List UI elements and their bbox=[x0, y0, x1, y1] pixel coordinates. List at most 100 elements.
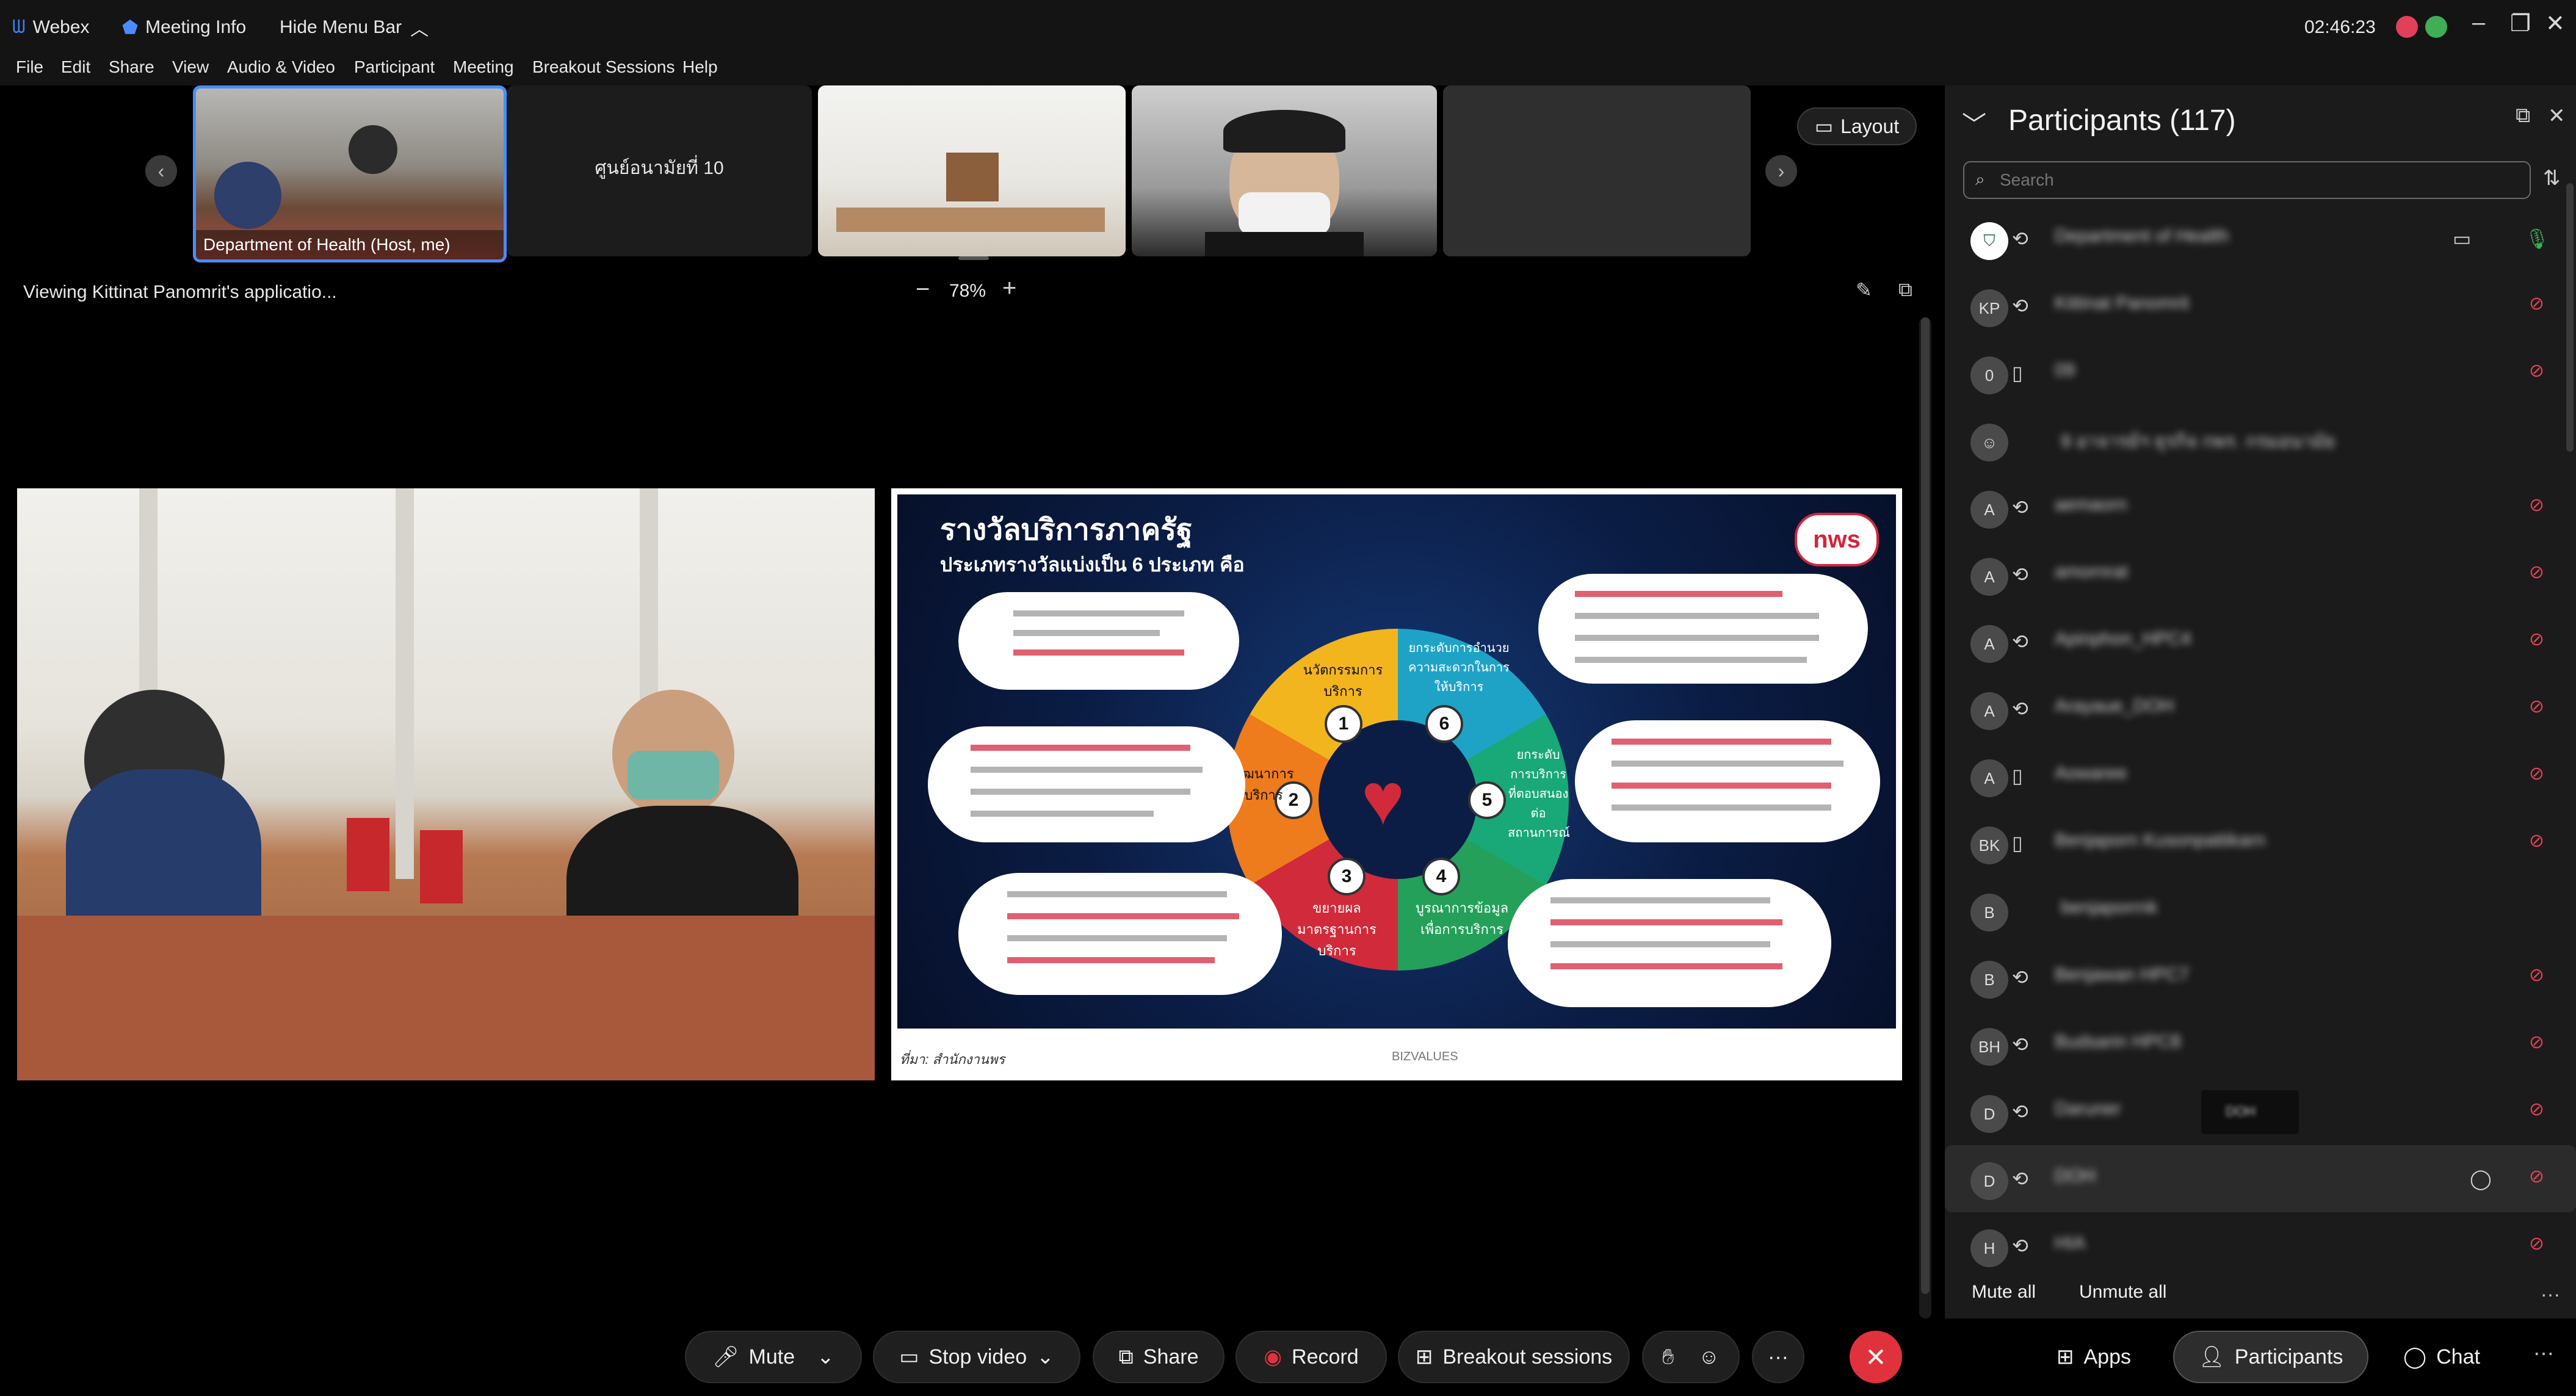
menu-share[interactable]: Share bbox=[109, 57, 154, 77]
menu-audio-video[interactable]: Audio & Video bbox=[227, 57, 335, 77]
mic-muted-icon[interactable]: ⊘ bbox=[2529, 360, 2544, 382]
menu-help[interactable]: Help bbox=[682, 57, 718, 77]
participant-row[interactable]: ☺ 9 อาจารย์ฯ ธุรกิจ กพร. กรมอนามัย bbox=[1945, 407, 2576, 474]
video-tile-participant[interactable] bbox=[1132, 85, 1437, 256]
record-button[interactable]: ◉ Record bbox=[1236, 1331, 1387, 1383]
share-scrollbar[interactable] bbox=[1919, 317, 1931, 1318]
participant-row[interactable]: B ⟲ Benjawan HPC7 ⊘ bbox=[1945, 944, 2576, 1011]
menu-breakout-sessions[interactable]: Breakout Sessions bbox=[532, 57, 675, 77]
hide-menu-bar-button[interactable]: Hide Menu Bar ︿ bbox=[280, 12, 429, 43]
category-number: 6 bbox=[1425, 705, 1463, 743]
mic-muted-icon[interactable]: ⊘ bbox=[2529, 696, 2544, 717]
mic-muted-icon[interactable]: ⊘ bbox=[2529, 562, 2544, 583]
video-tile-host[interactable]: Department of Health (Host, me) bbox=[193, 85, 507, 262]
mute-button[interactable]: 🎤︎ Mute ⌄ bbox=[685, 1331, 862, 1383]
restore-icon[interactable]: ❐ bbox=[2510, 10, 2531, 37]
panel-scrollbar[interactable] bbox=[2566, 183, 2574, 452]
zoom-in-button[interactable]: + bbox=[1002, 275, 1016, 302]
mic-muted-icon[interactable]: ⊘ bbox=[2529, 1032, 2544, 1053]
mic-muted-icon[interactable]: ⊘ bbox=[2529, 1099, 2544, 1120]
mask-shape bbox=[1239, 192, 1330, 235]
record-label: Record bbox=[1292, 1345, 1359, 1369]
participant-name: Kittinat Panomrit bbox=[2055, 293, 2190, 313]
zoom-out-button[interactable]: − bbox=[916, 276, 930, 303]
chevron-down-icon[interactable]: ⌄ bbox=[817, 1345, 834, 1369]
webex-app[interactable]: ᗯ Webex bbox=[12, 12, 90, 43]
mic-muted-icon[interactable]: ⊘ bbox=[2529, 1166, 2544, 1187]
participant-row[interactable]: 0 ▯ 09 ⊘ bbox=[1945, 339, 2576, 407]
breakout-sessions-button[interactable]: ⊞ Breakout sessions bbox=[1398, 1331, 1630, 1383]
mic-muted-icon[interactable]: ⊘ bbox=[2529, 494, 2544, 516]
filmstrip-resize-handle[interactable] bbox=[958, 256, 989, 260]
popout-panel-icon[interactable]: ⧉ bbox=[2516, 104, 2530, 128]
participant-row[interactable]: A ⟲ Arayaue_DOH ⊘ bbox=[1945, 675, 2576, 742]
sort-icon[interactable]: ⇅ bbox=[2543, 166, 2561, 190]
layout-label: Layout bbox=[1840, 115, 1900, 137]
participant-row[interactable]: A ⟲ amornrat ⊘ bbox=[1945, 541, 2576, 608]
toolbar-more-options-icon[interactable]: ⋯ bbox=[2533, 1342, 2554, 1366]
filmstrip-next-icon[interactable]: › bbox=[1765, 155, 1797, 187]
stop-video-button[interactable]: ▭ Stop video ⌄ bbox=[873, 1331, 1080, 1383]
filmstrip-prev-icon[interactable]: ‹ bbox=[145, 155, 177, 187]
title-bar: ᗯ Webex ⬟ Meeting Info Hide Menu Bar ︿ 0… bbox=[0, 0, 2576, 55]
unmute-all-button[interactable]: Unmute all bbox=[2079, 1282, 2166, 1303]
more-options-icon[interactable]: … bbox=[2540, 1278, 2561, 1302]
chat-bubble-icon[interactable]: ◯ bbox=[2470, 1167, 2492, 1190]
menu-edit[interactable]: Edit bbox=[61, 57, 90, 77]
participant-search-box[interactable]: ⌕ bbox=[1963, 161, 2531, 199]
category-label: ขยายผลมาตรฐานการบริการ bbox=[1297, 900, 1377, 958]
mic-muted-icon[interactable]: ⊘ bbox=[2529, 830, 2544, 852]
participant-row[interactable]: D ⟲ Daruner DOH ⊘ bbox=[1945, 1078, 2576, 1145]
video-tile-meeting-room[interactable] bbox=[818, 85, 1126, 256]
mic-muted-icon[interactable]: ⊘ bbox=[2529, 293, 2544, 314]
participant-row[interactable]: BH ⟲ Budsarin HPC8 ⊘ bbox=[1945, 1011, 2576, 1078]
participant-name: Arayaue_DOH bbox=[2055, 696, 2174, 716]
menu-participant[interactable]: Participant bbox=[354, 57, 435, 77]
layout-button[interactable]: ▭ Layout bbox=[1797, 107, 1917, 145]
audio-icon: ⟲ bbox=[2012, 1235, 2028, 1257]
close-panel-icon[interactable]: ✕ bbox=[2548, 104, 2566, 128]
participant-row[interactable]: BK ▯ Benjaporn Kusonpattikarn ⊘ bbox=[1945, 809, 2576, 877]
apps-button[interactable]: ⊞ Apps bbox=[2033, 1331, 2155, 1383]
video-tile-empty[interactable] bbox=[1443, 85, 1751, 256]
menu-meeting[interactable]: Meeting bbox=[453, 57, 514, 77]
meeting-info-button[interactable]: ⬟ Meeting Info bbox=[122, 12, 246, 43]
chevron-down-icon[interactable]: ⌄ bbox=[1037, 1345, 1054, 1369]
participant-row[interactable]: A ▯ Aowaree ⊘ bbox=[1945, 742, 2576, 809]
chat-button[interactable]: ◯ Chat bbox=[2381, 1331, 2503, 1383]
end-meeting-button[interactable]: ✕ bbox=[1850, 1331, 1902, 1383]
mic-muted-icon[interactable]: ⊘ bbox=[2529, 629, 2544, 650]
participant-row-hovered[interactable]: D ⟲ DOH ◯ ⊘ bbox=[1945, 1145, 2576, 1212]
more-button[interactable]: ··· bbox=[1752, 1331, 1804, 1383]
record-icon: ◉ bbox=[1264, 1345, 1283, 1369]
search-input[interactable] bbox=[1999, 166, 2517, 194]
popout-share-icon[interactable]: ⧉ bbox=[1898, 278, 1912, 302]
audio-icon: ⟲ bbox=[2012, 496, 2028, 518]
mute-all-button[interactable]: Mute all bbox=[1972, 1282, 2036, 1303]
reactions-icon[interactable]: ☺ bbox=[1698, 1345, 1720, 1369]
mic-muted-icon[interactable]: ⊘ bbox=[2529, 964, 2544, 986]
raise-hand-icon[interactable]: ✋︎ bbox=[1662, 1345, 1674, 1369]
participant-row[interactable]: ⛉ ⟲ Department of Health ▭ 🎙 bbox=[1945, 205, 2576, 272]
participant-row[interactable]: B benjaporrnk bbox=[1945, 877, 2576, 944]
apps-icon: ⊞ bbox=[2057, 1345, 2074, 1369]
participants-label: Participants bbox=[2234, 1345, 2343, 1369]
participant-name: Benjaporn Kusonpattikarn bbox=[2055, 830, 2266, 850]
mic-muted-icon[interactable]: ⊘ bbox=[2529, 1233, 2544, 1254]
menu-file[interactable]: File bbox=[16, 57, 43, 77]
minimize-icon[interactable]: – bbox=[2472, 10, 2485, 36]
participant-name: aemaorn bbox=[2055, 494, 2127, 515]
share-button[interactable]: ⧉ Share bbox=[1093, 1331, 1225, 1383]
mic-muted-icon[interactable]: ⊘ bbox=[2529, 763, 2544, 784]
participant-row[interactable]: KP ⟲ Kittinat Panomrit ⊘ bbox=[1945, 272, 2576, 339]
participants-button[interactable]: 👤︎ Participants bbox=[2173, 1331, 2368, 1383]
collapse-panel-icon[interactable]: ﹀ bbox=[1962, 105, 1986, 140]
phone-icon: ▯ bbox=[2012, 832, 2023, 854]
guest-avatar-icon: ☺ bbox=[1970, 424, 2008, 461]
menu-view[interactable]: View bbox=[172, 57, 209, 77]
close-window-icon[interactable]: ✕ bbox=[2545, 10, 2565, 37]
participant-row[interactable]: A ⟲ Apinphon_HPC4 ⊘ bbox=[1945, 608, 2576, 675]
annotate-icon[interactable]: ✎ bbox=[1856, 278, 1872, 302]
participant-row[interactable]: A ⟲ aemaorn ⊘ bbox=[1945, 474, 2576, 541]
video-tile-audio-only[interactable]: ศูนย์อนามัยที่ 10 bbox=[507, 85, 812, 256]
